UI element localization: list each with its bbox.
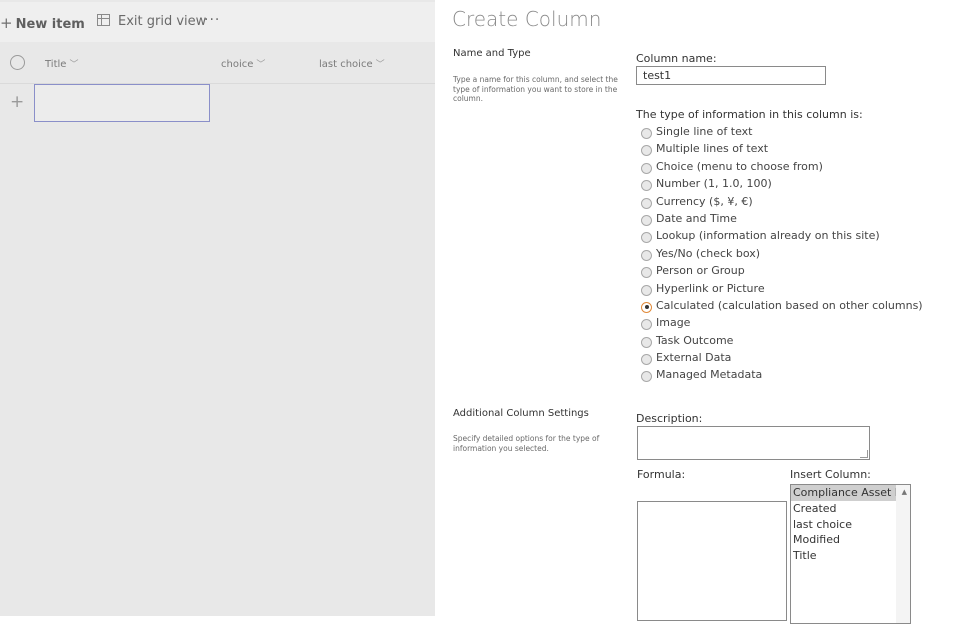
insert-column-label: Insert Column: [790,468,871,481]
option-label: Single line of text [656,125,753,138]
column-name-input[interactable]: test1 [636,66,826,85]
option-label: Managed Metadata [656,368,763,382]
description-textarea[interactable] [637,426,870,460]
insert-column-listbox[interactable]: Compliance Asset Id Created last choice … [790,484,911,624]
list-item[interactable]: Compliance Asset Id [791,485,897,501]
exit-grid-view-label: Exit grid view [118,14,207,29]
column-header-last-choice[interactable]: last choice ﹀ [319,57,385,70]
option-label: Date and Time [656,211,737,225]
scroll-up-arrow-icon[interactable]: ▲ [902,488,907,496]
name-and-type-heading: Name and Type [453,48,531,59]
radio-button[interactable] [641,180,652,192]
chevron-down-icon: ﹀ [256,60,266,70]
name-and-type-description: Type a name for this column, and select … [453,75,618,103]
radio-button[interactable] [641,371,652,383]
column-header-label: choice [221,59,254,70]
radio-button[interactable] [641,232,652,244]
option-label: Multiple lines of text [656,142,769,156]
select-all-circle[interactable] [10,55,25,70]
option-label: Number (1, 1.0, 100) [656,177,772,191]
radio-button[interactable] [641,249,652,261]
list-item[interactable]: Modified [791,532,897,548]
option-label: Currency ($, ¥, €) [656,194,753,208]
additional-settings-heading: Additional Column Settings [453,408,589,419]
add-row-plus-icon[interactable]: + [10,92,24,112]
create-column-panel: Create Column Name and Type Type a name … [435,0,970,624]
column-header-title[interactable]: Title ﹀ [45,57,78,70]
radio-button[interactable] [641,319,652,331]
title-cell-editor[interactable] [34,84,210,122]
radio-button[interactable] [641,336,652,348]
list-view: + New item Exit grid view ··· Title ﹀ choi… [0,0,435,616]
exit-grid-view-button[interactable]: Exit grid view [97,14,206,29]
listbox-scrollbar[interactable]: ▲ [896,485,910,623]
page-title: Create Column [452,7,602,31]
radio-button[interactable] [641,162,652,174]
plus-icon: + [0,14,13,32]
column-header-label: last choice [319,59,373,70]
option-label: Image [656,316,691,330]
radio-button[interactable] [641,197,652,209]
new-item-label: New item [15,17,85,32]
chevron-down-icon: ﹀ [69,60,79,70]
column-name-label: Column name: [636,52,717,65]
list-item[interactable]: Title [791,548,897,564]
option-label: Task Outcome [656,333,734,347]
list-item[interactable]: Created [791,501,897,517]
command-bar: + New item Exit grid view ··· [0,2,435,42]
type-label: The type of information in this column i… [636,108,863,121]
radio-button[interactable] [641,145,652,157]
chevron-down-icon: ﹀ [375,60,385,70]
option-label: Choice (menu to choose from) [656,159,823,173]
radio-button[interactable] [641,267,652,279]
column-header-row: Title ﹀ choice ﹀ last choice ﹀ [0,43,435,84]
grid-icon [97,14,110,26]
option-label: Hyperlink or Picture [656,281,765,295]
radio-button-selected[interactable] [641,301,652,313]
list-item[interactable]: last choice [791,517,897,533]
resize-grip-icon[interactable] [860,450,868,458]
option-label: External Data [656,351,732,365]
option-label: Calculated (calculation based on other c… [656,298,923,312]
formula-textarea[interactable] [637,501,787,621]
radio-button[interactable] [641,128,652,139]
option-label: Yes/No (check box) [656,246,761,260]
option-label: Lookup (information already on this site… [656,229,880,243]
radio-button[interactable] [641,354,652,366]
column-header-label: Title [45,59,67,70]
more-options-button[interactable]: ··· [204,12,220,28]
description-label: Description: [636,412,703,425]
radio-button[interactable] [641,284,652,296]
option-label: Person or Group [656,264,745,278]
formula-label: Formula: [637,468,686,481]
radio-button[interactable] [641,214,652,226]
column-header-choice[interactable]: choice ﹀ [221,57,265,70]
additional-settings-description: Specify detailed options for the type of… [453,434,600,453]
new-item-button[interactable]: + New item [0,14,85,32]
